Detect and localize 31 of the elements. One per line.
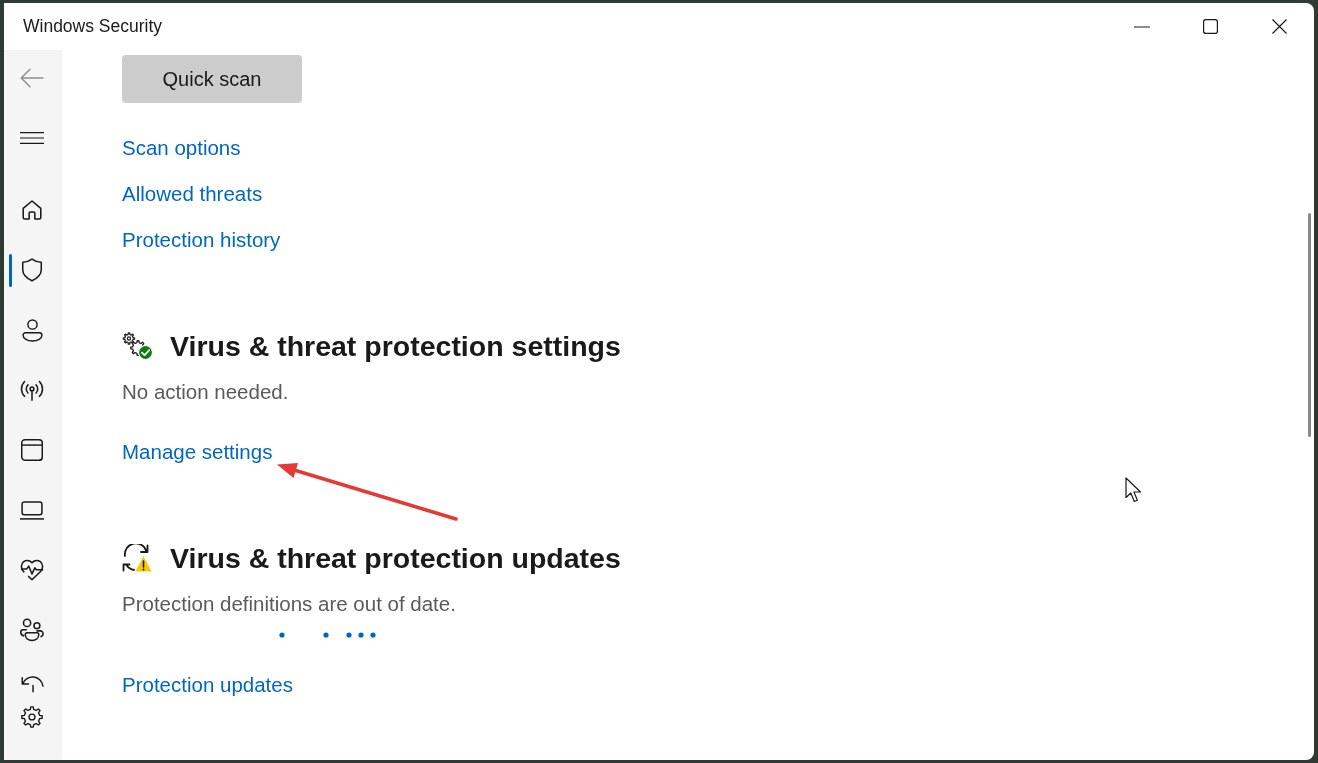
minimize-icon [1133, 25, 1150, 28]
maximize-icon [1203, 19, 1218, 34]
people-icon [20, 618, 44, 642]
page-link[interactable]: Scan options [122, 134, 241, 162]
page-link[interactable]: Manage settings [122, 438, 273, 466]
section-heading: Virus & threat protection settings [170, 329, 621, 364]
page-link[interactable]: Protection updates [122, 671, 293, 699]
heart-pulse-icon [20, 559, 44, 581]
status-text: No action needed. [122, 379, 289, 405]
arrow-left-icon [20, 68, 44, 88]
antenna-icon [20, 379, 44, 401]
quick-scan-button[interactable]: Quick scan [122, 55, 302, 103]
refresh-warning-icon [122, 543, 153, 573]
status-text: Protection definitions are out of date. [122, 591, 456, 617]
person-icon [21, 318, 43, 342]
settings-icon [21, 706, 43, 728]
gears-check-icon [122, 332, 153, 360]
window-title: Windows Security [23, 16, 163, 37]
menu-icon [20, 132, 44, 144]
page-link[interactable]: Allowed threats [122, 180, 263, 208]
scrollbar-thumb[interactable] [1308, 213, 1311, 437]
home-icon [21, 199, 43, 221]
page-link[interactable]: Protection history [122, 226, 281, 254]
selection-indicator [9, 254, 12, 287]
section-heading: Virus & threat protection updates [170, 541, 621, 576]
mouse-cursor-icon [1125, 477, 1144, 503]
app-window-icon [21, 439, 43, 461]
shield-icon [21, 258, 43, 282]
history-icon [20, 675, 44, 693]
close-icon [1272, 19, 1287, 34]
laptop-icon [20, 500, 44, 520]
